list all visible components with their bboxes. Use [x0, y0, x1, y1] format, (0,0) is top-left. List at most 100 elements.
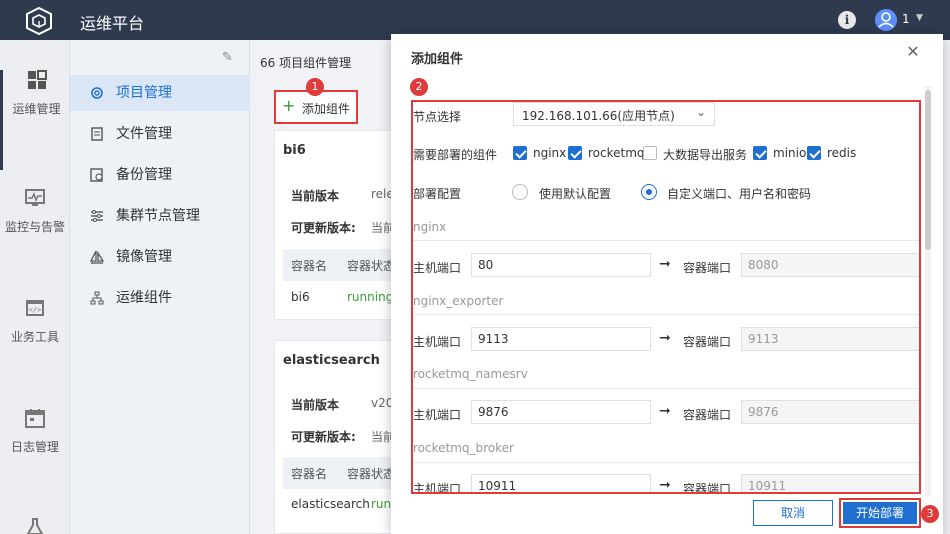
container-status: running — [347, 290, 394, 304]
host-port-input[interactable]: 9876 — [471, 400, 651, 424]
host-port-input[interactable]: 10911 — [471, 474, 651, 492]
calendar-icon — [25, 409, 45, 428]
section-title: rocketmq_namesrv — [413, 367, 528, 381]
monitor-icon — [25, 189, 45, 206]
arrow-right-icon: ➞ — [659, 330, 671, 346]
rail-item-label: 运维管理 — [12, 102, 61, 116]
tree-icon — [90, 291, 104, 305]
radio-custom-config[interactable] — [641, 184, 657, 200]
section-title: rocketmq_broker — [413, 441, 514, 455]
card-title: elasticsearch — [283, 353, 380, 368]
current-version-label: 当前版本 — [291, 398, 340, 412]
dialog-form: 节点选择 192.168.101.66(应用节点) ⌄ 需要部署的组件 ngin… — [411, 100, 921, 494]
container-port-input[interactable]: 9113 — [741, 327, 919, 351]
radio-default-config[interactable] — [512, 184, 528, 200]
arrow-right-icon: ➞ — [659, 403, 671, 419]
dashboard-icon — [27, 70, 47, 89]
cancel-button[interactable]: 取消 — [753, 500, 833, 526]
rail-item-label: 日志管理 — [10, 440, 59, 454]
plus-icon: + — [282, 96, 296, 115]
subnav-item-ops-components[interactable]: 运维组件 — [70, 280, 250, 316]
table-header: 容器名 容器状态 — [283, 457, 403, 489]
user-avatar-icon[interactable] — [875, 9, 897, 31]
radio-label: 自定义端口、用户名和密码 — [667, 187, 812, 201]
checkbox-label: minio — [773, 146, 807, 160]
start-deploy-button[interactable]: 开始部署 — [843, 502, 917, 524]
code-window-icon: </> — [26, 300, 44, 316]
svg-text:</>: </> — [29, 306, 42, 314]
node-select[interactable]: 192.168.101.66(应用节点) ⌄ — [513, 102, 715, 126]
container-port-input[interactable]: 10911 — [741, 474, 919, 492]
file-icon — [91, 127, 103, 141]
close-icon[interactable]: ✕ — [905, 44, 921, 60]
rail-item-tools[interactable]: </> 业务工具 — [0, 298, 70, 398]
pin-icon[interactable]: ✎ — [222, 50, 236, 65]
container-port-input[interactable]: 8080 — [741, 253, 919, 277]
divider — [413, 388, 919, 389]
subnav-item-files[interactable]: 文件管理 — [70, 116, 250, 152]
host-port-label: 主机端口 — [413, 408, 462, 422]
container-port-label: 容器端口 — [683, 335, 732, 349]
updatable-version-label: 可更新版本: — [291, 430, 356, 444]
node-select-label: 节点选择 — [413, 110, 462, 124]
radio-label: 使用默认配置 — [539, 187, 612, 201]
backup-icon — [90, 168, 103, 182]
host-port-input[interactable]: 9113 — [471, 327, 651, 351]
user-name[interactable]: 1 — [902, 12, 910, 26]
scrollbar-thumb[interactable] — [925, 90, 931, 250]
rail-item-label: 业务工具 — [10, 330, 59, 344]
checkbox-bigdata-export[interactable] — [643, 146, 657, 160]
subnav-item-backup[interactable]: 备份管理 — [70, 157, 250, 193]
table-header: 容器名 容器状态 — [283, 249, 403, 281]
host-port-label: 主机端口 — [413, 335, 462, 349]
cube-logo-icon — [26, 6, 52, 36]
breadcrumb: 66 项目组件管理 — [260, 56, 352, 70]
checkbox-label: 大数据导出服务 — [663, 148, 748, 162]
container-name: bi6 — [291, 290, 310, 304]
section-title: nginx_exporter — [413, 294, 504, 308]
container-port-label: 容器端口 — [683, 482, 732, 494]
checkbox-redis[interactable] — [807, 146, 821, 160]
host-port-label: 主机端口 — [413, 261, 462, 275]
component-card: bi6 当前版本 rele 可更新版本: 当前 容器名 容器状态 bi6 runni… — [274, 130, 404, 320]
deploy-button-highlight: 开始部署 — [839, 498, 921, 528]
rail-item-label: 监控与告警 — [4, 220, 65, 234]
annotation-badge: 3 — [921, 505, 939, 523]
container-name: elasticsearch — [291, 497, 370, 511]
dialog-title: 添加组件 — [411, 52, 464, 67]
subnav-item-project[interactable]: 项目管理 — [70, 75, 250, 111]
components-label: 需要部署的组件 — [413, 148, 498, 162]
container-port-label: 容器端口 — [683, 408, 732, 422]
container-port-label: 容器端口 — [683, 261, 732, 275]
secondary-sidebar: ✎ 项目管理 文件管理 备份管理 集群节点管理 镜像管理 运维组件 ⋮ — [70, 40, 256, 534]
checkbox-rocketmq[interactable] — [568, 146, 582, 160]
checkbox-label: nginx — [533, 146, 567, 160]
flask-icon[interactable] — [25, 518, 45, 534]
section-title: nginx — [413, 220, 447, 234]
checkbox-label: rocketmq — [588, 146, 645, 160]
sail-icon — [90, 250, 104, 264]
info-icon[interactable]: i — [838, 11, 856, 29]
host-port-label: 主机端口 — [413, 482, 462, 494]
component-card: elasticsearch 当前版本 v20 可更新版本: 当前 容器名 容器状态 … — [274, 340, 404, 534]
left-rail: 运维管理 监控与告警 </> 业务工具 日志管理 — [0, 40, 70, 534]
gear-icon — [91, 87, 103, 99]
updatable-version-label: 可更新版本: — [291, 221, 356, 235]
container-port-input[interactable]: 9876 — [741, 400, 919, 424]
subnav-item-label: 运维组件 — [116, 290, 172, 306]
chevron-down-icon[interactable]: ▼ — [916, 13, 923, 23]
rail-item-monitor[interactable]: 监控与告警 — [0, 188, 70, 288]
add-component-dialog: 添加组件 ✕ 节点选择 192.168.101.66(应用节点) ⌄ 需要部署的… — [391, 34, 943, 534]
rail-item-ops[interactable]: 运维管理 — [0, 70, 70, 170]
subnav-item-label: 文件管理 — [116, 126, 172, 142]
host-port-input[interactable]: 80 — [471, 253, 651, 277]
rail-item-logs[interactable]: 日志管理 — [0, 408, 70, 508]
subnav-item-cluster[interactable]: 集群节点管理 — [70, 198, 250, 234]
checkbox-label: redis — [827, 146, 857, 160]
subnav-item-images[interactable]: 镜像管理 — [70, 239, 250, 275]
annotation-badge: 1 — [306, 78, 324, 96]
current-version-label: 当前版本 — [291, 189, 340, 203]
checkbox-nginx[interactable] — [513, 146, 527, 160]
divider — [413, 314, 919, 315]
checkbox-minio[interactable] — [753, 146, 767, 160]
